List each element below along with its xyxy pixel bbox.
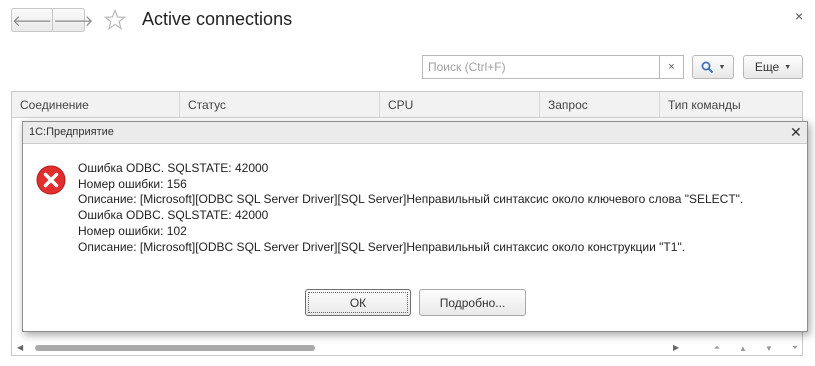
dialog-titlebar: 1С:Предприятие ✕ [23, 122, 807, 144]
scrollbar-thumb[interactable] [35, 345, 315, 351]
close-icon[interactable]: × [795, 8, 803, 24]
search-clear-button[interactable]: × [660, 55, 684, 79]
message-line: Номер ошибки: 156 [78, 176, 187, 191]
back-button[interactable]: 🡐 [12, 9, 52, 31]
column-header-command-type[interactable]: Тип команды [660, 92, 802, 117]
scroll-bottom-icon[interactable]: ⏷ [784, 341, 806, 355]
search-input[interactable]: Поиск (Ctrl+F) [422, 55, 660, 79]
row-scroll-buttons: ⏶ ▲ ▼ ⏷ [706, 341, 806, 355]
message-line: Ошибка ODBC. SQLSTATE: 42000 [78, 208, 269, 223]
nav-buttons: 🡐 🡒 [11, 8, 93, 32]
error-message: Ошибка ODBC. SQLSTATE: 42000 Номер ошибк… [78, 161, 803, 255]
table-header: Соединение Статус CPU Запрос Тип команды [12, 92, 802, 118]
message-line: Номер ошибки: 102 [78, 223, 187, 238]
message-line: Ошибка ODBC. SQLSTATE: 42000 [78, 161, 269, 175]
error-dialog: 1С:Предприятие ✕ Ошибка ODBC. SQLSTATE: … [22, 121, 808, 332]
message-line: Описание: [Microsoft][ODBC SQL Server Dr… [78, 192, 744, 207]
arrow-left-icon: 🡐 [12, 12, 53, 30]
ok-button[interactable]: ОК [305, 289, 411, 316]
scroll-up-icon[interactable]: ▲ [732, 341, 754, 355]
scroll-left-icon[interactable]: ◀ [17, 341, 23, 355]
scroll-right-icon[interactable]: ▶ [673, 341, 679, 355]
details-button[interactable]: Подробно... [419, 289, 526, 316]
star-icon[interactable] [103, 8, 127, 32]
column-header-status[interactable]: Статус [180, 92, 380, 117]
column-header-connection[interactable]: Соединение [12, 92, 180, 117]
search-icon [701, 61, 713, 73]
horizontal-scrollbar[interactable]: ◀ ▶ [13, 341, 689, 355]
dialog-close-icon[interactable]: ✕ [790, 124, 802, 141]
scroll-down-icon[interactable]: ▼ [758, 341, 780, 355]
chevron-down-icon: ▼ [718, 63, 726, 71]
column-header-query[interactable]: Запрос [540, 92, 660, 117]
search-button[interactable]: ▼ [692, 55, 734, 79]
scroll-top-icon[interactable]: ⏶ [706, 341, 728, 355]
page-title: Active connections [142, 9, 293, 29]
more-button[interactable]: Еще ▼ [743, 55, 803, 79]
dialog-title: 1С:Предприятие [29, 126, 114, 138]
error-icon [36, 165, 66, 195]
message-line: Описание: [Microsoft][ODBC SQL Server Dr… [78, 239, 686, 254]
column-header-cpu[interactable]: CPU [380, 92, 540, 117]
more-label: Еще [754, 60, 780, 74]
clear-icon: × [668, 61, 675, 73]
chevron-down-icon: ▼ [784, 63, 792, 71]
forward-button[interactable]: 🡒 [52, 9, 93, 31]
arrow-right-icon: 🡒 [53, 12, 94, 30]
